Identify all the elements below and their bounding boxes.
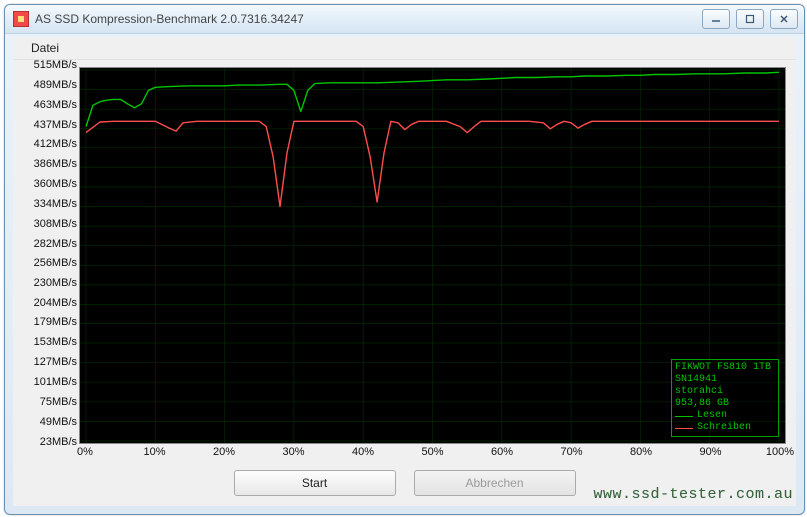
x-tick-label: 40%: [352, 446, 374, 458]
y-tick-label: 204MB/s: [34, 297, 77, 309]
y-axis-labels: 23MB/s49MB/s75MB/s101MB/s127MB/s153MB/s1…: [23, 63, 79, 444]
y-tick-label: 179MB/s: [34, 316, 77, 328]
legend-row-write: Schreiben: [675, 422, 775, 434]
y-tick-label: 153MB/s: [34, 336, 77, 348]
x-tick-label: 60%: [491, 446, 513, 458]
window-controls: [702, 9, 798, 29]
y-tick-label: 437MB/s: [34, 119, 77, 131]
legend-write-label: Schreiben: [697, 422, 751, 434]
menu-file[interactable]: Datei: [23, 39, 67, 57]
app-window: AS SSD Kompression-Benchmark 2.0.7316.34…: [4, 4, 805, 515]
maximize-icon: [745, 14, 755, 24]
legend-read-label: Lesen: [697, 410, 727, 422]
y-tick-label: 489MB/s: [34, 79, 77, 91]
y-tick-label: 49MB/s: [40, 416, 77, 428]
x-tick-label: 30%: [282, 446, 304, 458]
close-icon: [779, 14, 789, 24]
x-tick-label: 0%: [77, 446, 93, 458]
chart-area: 23MB/s 49MB/s 75MB/s 101MB/s 127MB/s 153MB/s 1…: [23, 63, 786, 462]
y-tick-label: 23MB/s: [40, 436, 77, 448]
y-tick-label: 101MB/s: [34, 376, 77, 388]
start-button[interactable]: Start: [234, 470, 396, 496]
menubar: Datei: [13, 37, 796, 60]
y-tick-label: 386MB/s: [34, 158, 77, 170]
y-tick-label: 256MB/s: [34, 257, 77, 269]
y-tick-label: 334MB/s: [34, 198, 77, 210]
x-tick-label: 100%: [766, 446, 794, 458]
y-tick-label: 127MB/s: [34, 356, 77, 368]
x-tick-label: 20%: [213, 446, 235, 458]
x-tick-label: 50%: [421, 446, 443, 458]
window-title: AS SSD Kompression-Benchmark 2.0.7316.34…: [35, 12, 304, 26]
y-tick-label: 75MB/s: [40, 396, 77, 408]
legend-device-line4: 953,86 GB: [675, 398, 775, 410]
y-tick-label: 515MB/s: [34, 59, 77, 71]
minimize-icon: [711, 14, 721, 24]
x-tick-label: 80%: [630, 446, 652, 458]
button-bar: Start Abbrechen: [23, 468, 786, 498]
legend-swatch-write: [675, 428, 693, 429]
y-tick-label: 230MB/s: [34, 277, 77, 289]
legend-device-line1: FIKWOT FS810 1TB: [675, 362, 775, 374]
legend-device-line2: SN14941: [675, 374, 775, 386]
legend-box: FIKWOT FS810 1TB SN14941 storahci 953,86…: [671, 359, 779, 437]
x-axis-labels: 0%10%20%30%40%50%60%70%80%90%100%: [79, 446, 786, 462]
close-button[interactable]: [770, 9, 798, 29]
minimize-button[interactable]: [702, 9, 730, 29]
legend-row-read: Lesen: [675, 410, 775, 422]
x-tick-label: 70%: [560, 446, 582, 458]
legend-swatch-read: [675, 416, 693, 417]
app-icon: [13, 11, 29, 27]
legend-device-line3: storahci: [675, 386, 775, 398]
y-tick-label: 463MB/s: [34, 99, 77, 111]
x-tick-label: 10%: [143, 446, 165, 458]
client-area: Datei 23MB/s 49MB/s 75MB/s 101MB/s 127MB/s 15…: [13, 37, 796, 506]
cancel-button: Abbrechen: [414, 470, 576, 496]
y-tick-label: 360MB/s: [34, 178, 77, 190]
x-tick-label: 90%: [699, 446, 721, 458]
maximize-button[interactable]: [736, 9, 764, 29]
titlebar: AS SSD Kompression-Benchmark 2.0.7316.34…: [5, 5, 804, 34]
y-tick-label: 412MB/s: [34, 138, 77, 150]
y-tick-label: 308MB/s: [34, 218, 77, 230]
y-tick-label: 282MB/s: [34, 238, 77, 250]
chart-plot: FIKWOT FS810 1TB SN14941 storahci 953,86…: [79, 67, 786, 444]
